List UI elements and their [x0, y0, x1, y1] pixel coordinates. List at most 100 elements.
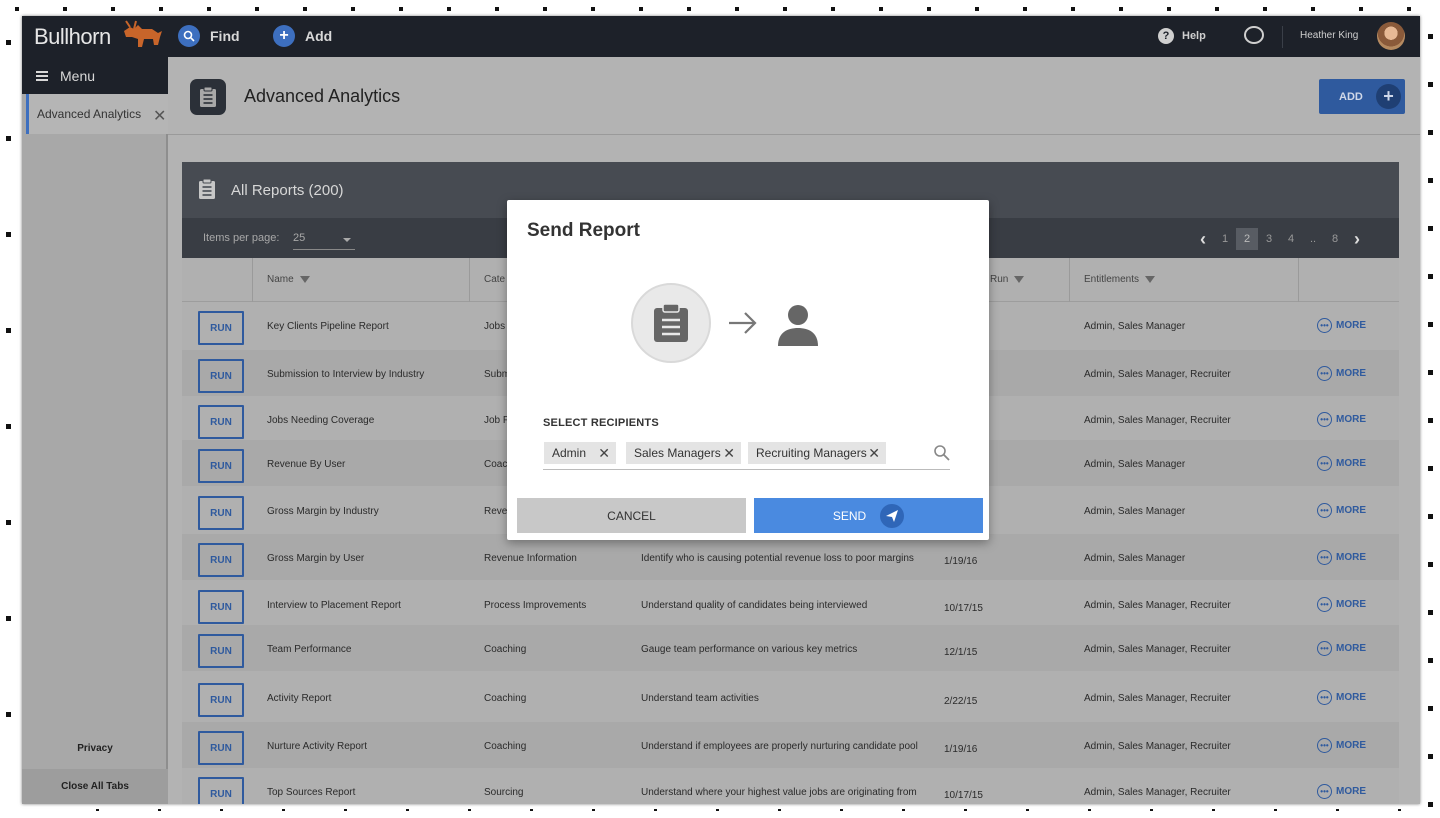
report-entitlements: Admin, Sales Manager, Recruiter	[1084, 415, 1231, 426]
filter-icon[interactable]	[1014, 276, 1025, 283]
report-name[interactable]: Team Performance	[267, 644, 351, 655]
border-dots-top	[0, 7, 1440, 13]
table-row: RUN Activity Report Coaching Understand tea…	[182, 674, 1399, 720]
table-row: RUN Interview to Placement Report Process …	[182, 581, 1399, 627]
report-name[interactable]: Activity Report	[267, 693, 331, 704]
report-category: Revenue Information	[484, 553, 577, 564]
page-3[interactable]: 3	[1258, 228, 1280, 250]
pagination: ‹ 1 2 3 4 .. 8 ›	[1192, 228, 1368, 250]
chip-label: Sales Managers	[634, 446, 721, 460]
tab-advanced-analytics[interactable]: Advanced Analytics ✕	[26, 94, 168, 134]
report-name[interactable]: Submission to Interview by Industry	[267, 369, 424, 380]
report-last-run: 10/17/15	[944, 790, 983, 801]
close-icon[interactable]: ✕	[598, 445, 610, 462]
add-button[interactable]: ADD +	[1319, 79, 1405, 114]
send-button[interactable]: SEND	[754, 498, 983, 533]
column-divider	[252, 258, 253, 302]
page-2[interactable]: 2	[1236, 228, 1258, 250]
more-button[interactable]: ••• MORE	[1317, 503, 1366, 518]
more-button[interactable]: ••• MORE	[1317, 784, 1366, 799]
report-name[interactable]: Nurture Activity Report	[267, 741, 367, 752]
chip-label: Recruiting Managers	[756, 446, 867, 460]
find-button[interactable]: Find	[178, 24, 240, 48]
recipients-input[interactable]: Admin ✕ Sales Managers ✕ Recruiting Mana…	[543, 442, 950, 470]
more-label: MORE	[1336, 458, 1366, 469]
recipient-chip[interactable]: Admin ✕	[544, 442, 616, 464]
report-name[interactable]: Top Sources Report	[267, 787, 355, 798]
report-entitlements: Admin, Sales Manager, Recruiter	[1084, 369, 1231, 380]
find-label: Find	[210, 28, 240, 44]
recipient-chip[interactable]: Sales Managers ✕	[626, 442, 741, 464]
column-last-run-label: Run	[990, 274, 1009, 285]
more-button[interactable]: ••• MORE	[1317, 318, 1366, 333]
column-category[interactable]: Cate	[484, 274, 505, 285]
next-page-icon[interactable]: ›	[1346, 228, 1368, 250]
privacy-link[interactable]: Privacy	[22, 743, 168, 754]
items-per-page-select[interactable]: 25	[293, 228, 355, 250]
filter-icon[interactable]	[299, 276, 310, 283]
menu-button[interactable]: Menu	[22, 57, 168, 94]
user-name[interactable]: Heather King	[1300, 30, 1358, 41]
more-button[interactable]: ••• MORE	[1317, 690, 1366, 705]
help-button[interactable]: ? Help	[1158, 28, 1206, 44]
more-button[interactable]: ••• MORE	[1317, 412, 1366, 427]
bullhorn-logo[interactable]: Bullhorn	[34, 24, 111, 50]
column-last-run[interactable]: Run	[990, 274, 1025, 285]
report-entitlements: Admin, Sales Manager, Recruiter	[1084, 787, 1231, 798]
more-icon: •••	[1317, 641, 1332, 656]
run-button[interactable]: RUN	[198, 731, 244, 765]
clipboard-icon	[199, 178, 215, 199]
report-category: Coaching	[484, 644, 527, 655]
column-entitlements[interactable]: Entitlements	[1084, 274, 1156, 285]
run-button[interactable]: RUN	[198, 359, 244, 393]
close-icon[interactable]: ✕	[868, 445, 880, 462]
more-icon: •••	[1317, 738, 1332, 753]
column-divider	[1069, 258, 1070, 302]
report-category: Job F	[484, 415, 510, 426]
run-button[interactable]: RUN	[198, 449, 244, 483]
report-name[interactable]: Key Clients Pipeline Report	[267, 321, 389, 332]
page-ellipsis: ..	[1309, 233, 1317, 245]
report-name[interactable]: Gross Margin by User	[267, 553, 364, 564]
report-name[interactable]: Revenue By User	[267, 459, 345, 470]
report-name[interactable]: Gross Margin by Industry	[267, 506, 379, 517]
page-4[interactable]: 4	[1280, 228, 1302, 250]
run-button[interactable]: RUN	[198, 543, 244, 577]
border-dots-right	[1428, 0, 1436, 818]
more-label: MORE	[1336, 740, 1366, 751]
run-button[interactable]: RUN	[198, 634, 244, 668]
add-nav-button[interactable]: + Add	[273, 24, 332, 48]
column-name[interactable]: Name	[267, 274, 310, 285]
more-button[interactable]: ••• MORE	[1317, 550, 1366, 565]
close-icon[interactable]: ✕	[723, 445, 735, 462]
cancel-button[interactable]: CANCEL	[517, 498, 746, 533]
run-button[interactable]: RUN	[198, 311, 244, 345]
run-button[interactable]: RUN	[198, 405, 244, 439]
close-all-tabs-button[interactable]: Close All Tabs	[22, 769, 168, 804]
more-icon: •••	[1317, 597, 1332, 612]
plus-icon: +	[273, 25, 295, 47]
prev-page-icon[interactable]: ‹	[1192, 228, 1214, 250]
run-button[interactable]: RUN	[198, 777, 244, 804]
filter-icon[interactable]	[1145, 276, 1156, 283]
page-8[interactable]: 8	[1324, 228, 1346, 250]
run-button[interactable]: RUN	[198, 496, 244, 530]
more-button[interactable]: ••• MORE	[1317, 456, 1366, 471]
avatar[interactable]	[1377, 22, 1405, 50]
more-button[interactable]: ••• MORE	[1317, 738, 1366, 753]
search-icon[interactable]	[933, 444, 951, 462]
recipient-chip[interactable]: Recruiting Managers ✕	[748, 442, 886, 464]
report-name[interactable]: Jobs Needing Coverage	[267, 415, 374, 426]
close-icon[interactable]: ✕	[153, 106, 166, 126]
more-button[interactable]: ••• MORE	[1317, 597, 1366, 612]
select-recipients-label: SELECT RECIPIENTS	[543, 417, 659, 429]
more-button[interactable]: ••• MORE	[1317, 366, 1366, 381]
run-button[interactable]: RUN	[198, 590, 244, 624]
run-button[interactable]: RUN	[198, 683, 244, 717]
help-icon: ?	[1158, 28, 1174, 44]
report-name[interactable]: Interview to Placement Report	[267, 600, 401, 611]
chat-icon[interactable]	[1244, 26, 1264, 44]
more-button[interactable]: ••• MORE	[1317, 641, 1366, 656]
page-1[interactable]: 1	[1214, 228, 1236, 250]
report-entitlements: Admin, Sales Manager	[1084, 459, 1186, 470]
